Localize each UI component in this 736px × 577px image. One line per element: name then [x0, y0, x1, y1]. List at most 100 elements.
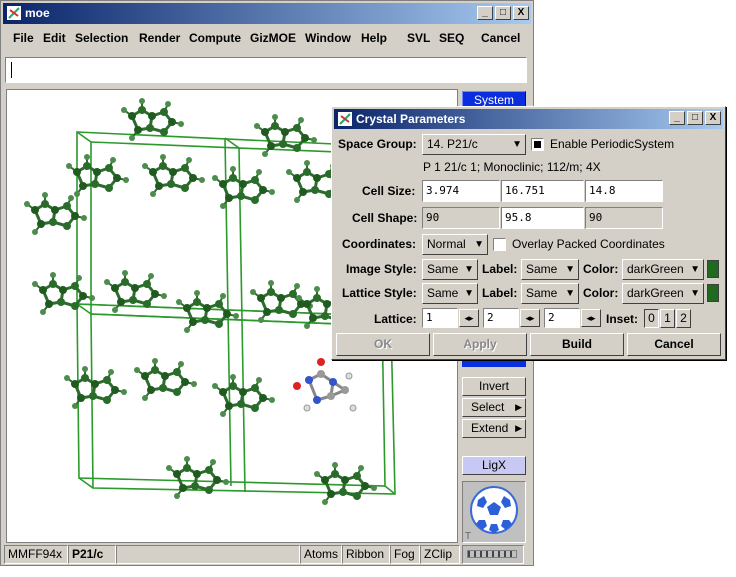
image-color-swatch[interactable] — [707, 260, 719, 278]
dialog-close-button[interactable]: X — [705, 111, 721, 125]
dialog-minimize-button[interactable]: _ — [669, 111, 685, 125]
chevron-down-icon: ▼ — [565, 264, 575, 275]
main-window-title: moe — [25, 6, 50, 20]
ribbon-toggle[interactable]: Ribbon — [342, 545, 390, 564]
ligx-button[interactable]: LigX — [462, 456, 526, 475]
lattice-c-stepper[interactable]: ◂▸ — [581, 309, 601, 327]
cell-shape-alpha[interactable]: 90 — [422, 207, 500, 229]
menu-file[interactable]: File — [13, 31, 34, 45]
menu-render[interactable]: Render — [139, 31, 180, 45]
fog-toggle[interactable]: Fog — [390, 545, 420, 564]
crystal-parameters-dialog: Crystal Parameters _ □ X Space Group: 14… — [331, 106, 726, 360]
space-group-value: 14. P21/c — [427, 137, 478, 151]
cancel-button[interactable]: Cancel — [627, 333, 721, 356]
extend-label: Extend — [471, 421, 509, 435]
cell-shape-gamma[interactable]: 90 — [585, 207, 663, 229]
chevron-down-icon: ▼ — [690, 264, 700, 275]
image-label-select[interactable]: Same ▼ — [521, 259, 579, 280]
text-caret — [11, 62, 12, 78]
chevron-down-icon: ▼ — [464, 288, 474, 299]
lattice-b-stepper[interactable]: ◂▸ — [520, 309, 540, 327]
cell-shape-beta[interactable]: 95.8 — [501, 207, 584, 229]
menu-cancel[interactable]: Cancel — [481, 31, 520, 45]
lattice-label-value: Same — [526, 286, 558, 300]
select-arrow-icon: ▶ — [515, 402, 522, 412]
lattice-a-input[interactable]: 1 — [422, 308, 458, 328]
space-group-description: P 1 21/c 1; Monoclinic; 112/m; 4X — [423, 160, 601, 174]
coordinates-value: Normal — [427, 237, 466, 251]
ok-button[interactable]: OK — [336, 333, 430, 356]
zclip-toggle[interactable]: ZClip — [420, 545, 460, 564]
zclip-slider[interactable] — [462, 545, 524, 564]
menu-compute[interactable]: Compute — [189, 31, 241, 45]
atoms-toggle[interactable]: Atoms — [300, 545, 342, 564]
lattice-style-value: Same — [427, 286, 459, 300]
space-group-select[interactable]: 14. P21/c ▼ — [422, 134, 526, 155]
select-label: Select — [471, 400, 505, 414]
slider-track — [467, 550, 517, 558]
dialog-titlebar[interactable]: Crystal Parameters _ □ X — [334, 109, 723, 129]
select-menu-button[interactable]: Select ▶ — [462, 398, 526, 417]
lattice-c-input[interactable]: 2 — [544, 308, 580, 328]
command-input[interactable] — [5, 57, 527, 83]
menu-selection[interactable]: Selection — [75, 31, 128, 45]
lattice-b-input[interactable]: 2 — [483, 308, 519, 328]
maximize-button[interactable]: □ — [495, 6, 511, 20]
image-style-select[interactable]: Same ▼ — [422, 259, 478, 280]
lattice-label: Lattice: — [374, 312, 417, 326]
lattice-a-stepper[interactable]: ◂▸ — [459, 309, 479, 327]
spacegroup-status[interactable]: P21/c — [68, 545, 116, 564]
close-button[interactable]: X — [513, 6, 529, 20]
chevron-down-icon: ▼ — [512, 139, 522, 150]
build-button[interactable]: Build — [530, 333, 624, 356]
cell-shape-label: Cell Shape: — [352, 211, 418, 225]
menubar: File Edit Selection Render Compute GizMO… — [5, 27, 531, 51]
coordinates-select[interactable]: Normal ▼ — [422, 234, 488, 255]
apply-button[interactable]: Apply — [433, 333, 527, 356]
highlighted-molecule — [293, 358, 357, 412]
image-color-value: darkGreen — [627, 262, 684, 276]
image-label-label: Label: — [482, 262, 518, 276]
enable-periodic-label: Enable PeriodicSystem — [550, 137, 675, 151]
image-color-select[interactable]: darkGreen ▼ — [622, 259, 704, 280]
inset-option-1[interactable]: 1 — [660, 309, 675, 328]
minimize-button[interactable]: _ — [477, 6, 493, 20]
lattice-color-label: Color: — [583, 286, 619, 300]
menu-window[interactable]: Window — [305, 31, 351, 45]
main-titlebar[interactable]: moe _ □ X — [3, 3, 531, 24]
menu-gizmoe[interactable]: GizMOE — [250, 31, 296, 45]
lattice-style-select[interactable]: Same ▼ — [422, 283, 478, 304]
enable-periodic-checkbox[interactable] — [531, 138, 544, 151]
inset-radio-group: 0 1 2 — [644, 309, 692, 328]
coordinates-label: Coordinates: — [342, 237, 417, 251]
cell-size-b[interactable]: 16.751 — [501, 180, 584, 202]
forcefield-status[interactable]: MMFF94x — [4, 545, 68, 564]
inset-option-2[interactable]: 2 — [676, 309, 691, 328]
cell-size-label: Cell Size: — [362, 184, 416, 198]
rotation-globe[interactable]: T — [462, 481, 526, 543]
menu-help[interactable]: Help — [361, 31, 387, 45]
image-style-label: Image Style: — [346, 262, 417, 276]
overlay-packed-checkbox[interactable] — [493, 238, 506, 251]
invert-button[interactable]: Invert — [462, 377, 526, 396]
lattice-label-label: Label: — [482, 286, 518, 300]
dialog-maximize-button[interactable]: □ — [687, 111, 703, 125]
extend-arrow-icon: ▶ — [515, 423, 522, 433]
extend-menu-button[interactable]: Extend ▶ — [462, 419, 526, 438]
lattice-color-swatch[interactable] — [707, 284, 719, 302]
lattice-color-select[interactable]: darkGreen ▼ — [622, 283, 704, 304]
menu-seq[interactable]: SEQ — [439, 31, 464, 45]
status-spacer — [116, 545, 300, 564]
overlay-packed-label: Overlay Packed Coordinates — [512, 237, 665, 251]
inset-option-0[interactable]: 0 — [644, 309, 659, 328]
moe-app-icon — [338, 112, 352, 126]
lattice-label-select[interactable]: Same ▼ — [521, 283, 579, 304]
dialog-title: Crystal Parameters — [356, 112, 466, 126]
cell-size-a[interactable]: 3.974 — [422, 180, 500, 202]
chevron-down-icon: ▼ — [565, 288, 575, 299]
menu-edit[interactable]: Edit — [43, 31, 66, 45]
space-group-label: Space Group: — [338, 137, 417, 151]
cell-size-c[interactable]: 14.8 — [585, 180, 663, 202]
menu-svl[interactable]: SVL — [407, 31, 430, 45]
inset-label: Inset: — [606, 312, 639, 326]
